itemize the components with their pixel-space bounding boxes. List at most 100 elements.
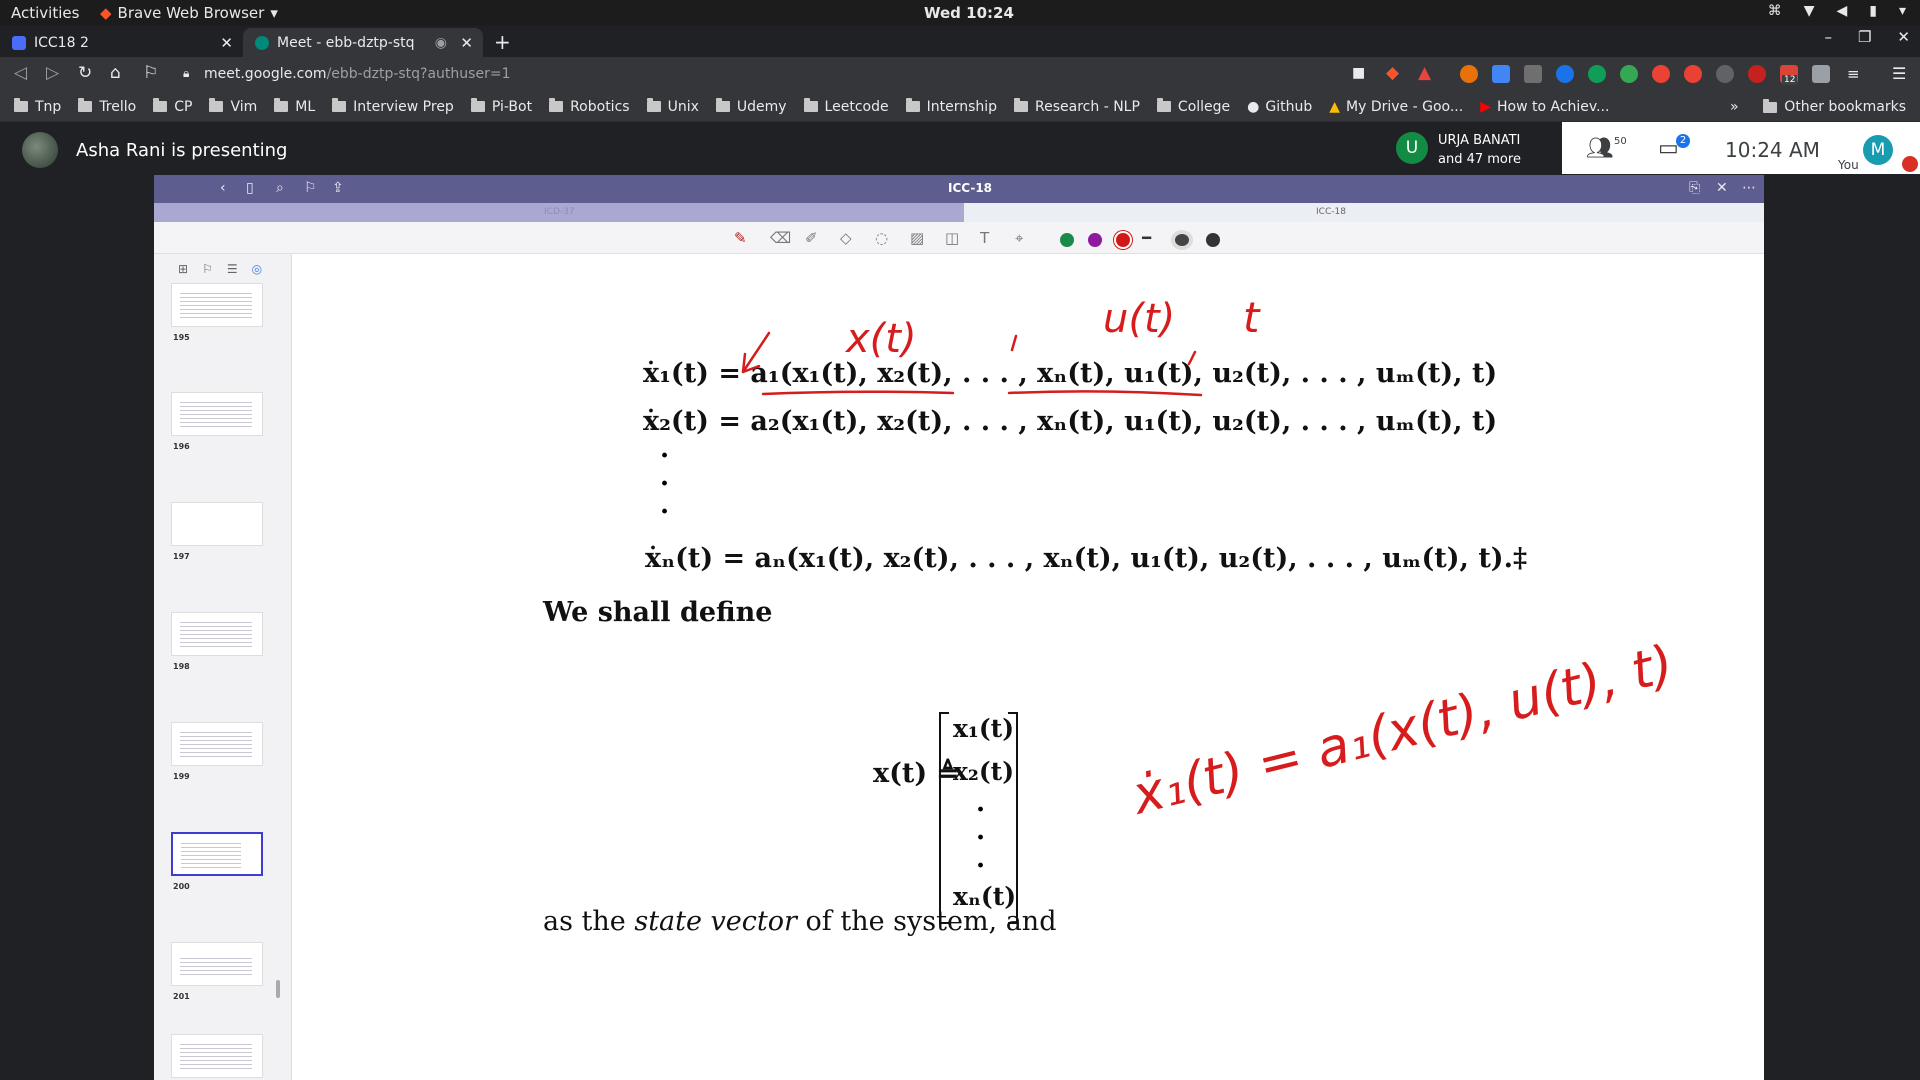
shapes-icon[interactable]: ◇	[840, 229, 852, 247]
minimize-icon[interactable]: –	[1824, 28, 1832, 46]
brave-shields-icon[interactable]: ◆	[1386, 63, 1399, 83]
extension-icon-1[interactable]	[1460, 65, 1478, 83]
wifi-icon[interactable]: ▼	[1804, 3, 1815, 19]
people-icon[interactable]: 👥︎	[1586, 136, 1614, 161]
export-icon[interactable]: ⎘	[1689, 180, 1700, 196]
power-menu-icon[interactable]: ▾	[1899, 3, 1906, 19]
battery-icon[interactable]: ▮	[1869, 3, 1877, 19]
media-control-icon[interactable]: ≡	[1847, 65, 1860, 83]
pen-icon[interactable]: ✎	[734, 229, 747, 247]
menu-icon[interactable]: ☰	[1892, 64, 1906, 83]
forward-icon[interactable]: ▷	[46, 63, 59, 83]
bookmark-folder[interactable]: Research - NLP	[1014, 98, 1140, 115]
page-thumbnail[interactable]	[171, 612, 263, 656]
pen-color-red[interactable]	[1116, 233, 1130, 247]
page-thumbnail[interactable]	[171, 283, 263, 327]
system-tray[interactable]: ⌘ ▼ ◀ ▮ ▾	[1768, 3, 1906, 19]
url-field[interactable]: meet.google.com/ebb-dztp-stq?authuser=1	[204, 66, 510, 82]
camera-icon[interactable]: ■	[1352, 65, 1365, 81]
bookmark-folder[interactable]: Leetcode	[803, 98, 889, 115]
restore-icon[interactable]: ❐	[1858, 28, 1871, 46]
reload-icon[interactable]: ↻	[78, 63, 92, 83]
bookmark-folder[interactable]: College	[1156, 98, 1230, 115]
tab-icc18[interactable]: ICC18 2 ✕	[0, 28, 243, 57]
bookmark-folder[interactable]: Interview Prep	[332, 98, 454, 115]
back-icon[interactable]: ◁	[14, 63, 27, 83]
system-clock[interactable]: Wed 10:24	[924, 4, 1014, 22]
highlighter-icon[interactable]: ✐	[805, 229, 818, 247]
volume-icon[interactable]: ◀	[1836, 3, 1847, 19]
sidebar-toggle-icon[interactable]: ▯	[246, 180, 254, 196]
activities-button[interactable]: Activities	[11, 4, 79, 22]
doc-tab-left[interactable]: ICD-37	[544, 207, 575, 217]
extension-icon-5[interactable]	[1588, 65, 1606, 83]
bookmark-folder[interactable]: Tnp	[14, 98, 61, 115]
share-icon[interactable]: ⇪	[332, 180, 344, 196]
more-icon[interactable]: ⋯	[1742, 180, 1756, 196]
text-icon[interactable]: T	[980, 229, 989, 247]
grammarly-icon[interactable]	[1556, 65, 1574, 83]
extension-icon-12[interactable]	[1812, 65, 1830, 83]
calendar-icon[interactable]: 12	[1780, 65, 1798, 85]
tab-meet[interactable]: Meet - ebb-dztp-stq ◉ ✕	[243, 28, 483, 57]
lasso-icon[interactable]: ◌	[875, 229, 888, 247]
bookmark-drive[interactable]: ▲ My Drive - Goo...	[1329, 99, 1463, 115]
close-icon[interactable]: ✕	[460, 34, 473, 52]
document-title[interactable]: ICC-18	[948, 181, 992, 195]
image-icon[interactable]: ▨	[910, 229, 924, 247]
page-thumbnail[interactable]	[171, 942, 263, 986]
page-thumbnail-selected[interactable]	[171, 832, 263, 876]
stroke-thin-icon[interactable]: ━	[1142, 229, 1151, 247]
bookmark-folder[interactable]: ML	[274, 98, 315, 115]
pen-color-purple[interactable]	[1088, 233, 1102, 247]
bookmark-folder[interactable]: Internship	[905, 98, 997, 115]
bookmark-folder[interactable]: Robotics	[549, 98, 630, 115]
bookmark-folder[interactable]: Vim	[209, 98, 257, 115]
close-window-icon[interactable]: ✕	[1897, 28, 1910, 46]
more-bookmarks-icon[interactable]: »	[1730, 99, 1739, 115]
page-thumbnail[interactable]	[171, 502, 263, 546]
eraser-icon[interactable]: ⌫	[770, 229, 791, 247]
self-avatar[interactable]: M	[1863, 135, 1893, 165]
bookmark-folder[interactable]: CP	[153, 98, 192, 115]
stroke-thick[interactable]	[1206, 233, 1220, 247]
outline-icon[interactable]: ☰	[227, 262, 238, 276]
brave-rewards-icon[interactable]: ▲	[1418, 63, 1431, 83]
app-menu[interactable]: ◆ Brave Web Browser ▾	[100, 4, 278, 22]
search-icon[interactable]: ⌕	[276, 180, 284, 196]
new-tab-button[interactable]: +	[494, 30, 511, 54]
extension-icon-8[interactable]	[1684, 65, 1702, 83]
camera-icon[interactable]: ◫	[945, 229, 959, 247]
bookmark-folder[interactable]: Udemy	[715, 98, 787, 115]
bookmark-github[interactable]: ● Github	[1247, 99, 1312, 115]
bookmark-page-icon[interactable]: ⚐	[143, 63, 158, 83]
home-icon[interactable]: ⌂	[110, 63, 121, 83]
alarm-icon[interactable]	[1652, 65, 1670, 83]
page-thumbnail[interactable]	[171, 392, 263, 436]
pen-color-green[interactable]	[1060, 233, 1074, 247]
close-icon[interactable]: ✕	[220, 34, 233, 52]
page-thumbnail[interactable]	[171, 1034, 263, 1078]
page-thumbnail[interactable]	[171, 722, 263, 766]
extension-icon-10[interactable]	[1748, 65, 1766, 83]
bookmark-icon[interactable]: ⚐	[304, 180, 317, 196]
extension-icon-6[interactable]	[1620, 65, 1638, 83]
extension-icon-9[interactable]	[1716, 65, 1734, 83]
bookmarks-icon[interactable]: ⚐	[202, 262, 213, 276]
extension-icon-2[interactable]	[1492, 65, 1510, 83]
bookmark-folder[interactable]: Unix	[646, 98, 699, 115]
document-page[interactable]: ẋ₁(t) = a₁(x₁(t), x₂(t), . . . , xₙ(t), …	[293, 254, 1764, 1080]
bookmark-folder[interactable]: Pi-Bot	[470, 98, 532, 115]
extension-icon-3[interactable]	[1524, 65, 1542, 83]
bookmark-youtube[interactable]: ▶ How to Achiev...	[1480, 99, 1609, 115]
close-document-icon[interactable]: ✕	[1716, 180, 1728, 196]
participant-summary[interactable]: U URJA BANATI and 47 more	[1394, 128, 1562, 170]
stroke-medium[interactable]	[1175, 234, 1189, 246]
laser-pointer-icon[interactable]: ⌖	[1015, 229, 1023, 247]
bookmark-folder[interactable]: Trello	[78, 98, 136, 115]
sidebar-scrollbar[interactable]	[276, 980, 280, 998]
back-icon[interactable]: ‹	[220, 180, 226, 196]
doc-tab-right[interactable]: ICC-18	[964, 203, 1764, 222]
other-bookmarks[interactable]: Other bookmarks	[1763, 98, 1906, 115]
annotations-icon[interactable]: ◎	[252, 262, 262, 276]
